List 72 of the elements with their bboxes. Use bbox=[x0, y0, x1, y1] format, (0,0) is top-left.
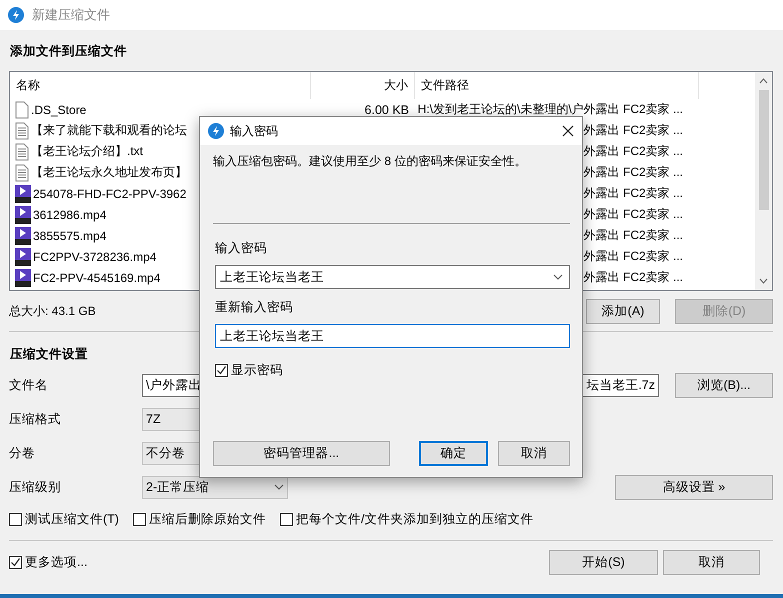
video-file-icon bbox=[15, 248, 31, 266]
checkbox-label: 测试压缩文件(T) bbox=[25, 510, 119, 528]
total-size: 总大小: 43.1 GB bbox=[9, 302, 96, 320]
file-path: 外露出 FC2卖家 ... bbox=[584, 206, 684, 223]
section-heading: 添加文件到压缩文件 bbox=[9, 43, 127, 60]
field-label: 输入密码 bbox=[215, 240, 268, 257]
text-document-icon bbox=[15, 164, 29, 182]
checkbox-label: 压缩后删除原始文件 bbox=[148, 510, 266, 528]
caret-icon bbox=[274, 484, 284, 490]
browse-button[interactable]: 浏览(B)... bbox=[675, 372, 773, 398]
checkbox[interactable] bbox=[132, 512, 146, 526]
checkbox[interactable] bbox=[9, 556, 22, 568]
file-name: FC2PPV-3728236.mp4 bbox=[33, 250, 156, 264]
checkbox[interactable] bbox=[215, 364, 228, 377]
video-file-icon bbox=[15, 184, 31, 202]
file-name: .DS_Store bbox=[31, 102, 86, 116]
file-path: 外露出 FC2卖家 ... bbox=[584, 248, 684, 265]
file-path: 外露出 FC2卖家 ... bbox=[584, 185, 684, 202]
file-name: 【老王论坛介绍】.txt bbox=[31, 143, 144, 160]
checkbox[interactable] bbox=[280, 512, 293, 526]
checkbox-label: 更多选项... bbox=[25, 554, 88, 570]
file-name: 【来了就能下载和观看的论坛 bbox=[31, 122, 187, 139]
text-document-icon bbox=[15, 142, 29, 160]
cancel-button[interactable]: 取消 bbox=[663, 550, 760, 574]
file-name: 3612986.mp4 bbox=[33, 208, 106, 222]
file-size: 6.00 KB bbox=[364, 102, 410, 116]
app-logo-icon bbox=[208, 123, 224, 139]
cancel-button[interactable]: 取消 bbox=[498, 441, 570, 466]
column-header[interactable]: 名称 bbox=[10, 72, 311, 99]
file-name: FC2-PPV-4545169.mp4 bbox=[33, 270, 160, 284]
blank-document-icon bbox=[15, 100, 29, 118]
file-path: H:\发到老王论坛的\未整理的\户外露出 FC2卖家 ... bbox=[418, 101, 684, 118]
app-logo-icon bbox=[8, 7, 24, 23]
confirm-password-field[interactable]: 上老王论坛当老王 bbox=[215, 324, 570, 348]
file-path: 外露出 FC2卖家 ... bbox=[584, 269, 684, 286]
video-file-icon bbox=[15, 226, 31, 244]
video-file-icon bbox=[15, 206, 31, 224]
dropdown[interactable]: 2-正常压缩 bbox=[142, 476, 288, 498]
column-header[interactable]: 大小 bbox=[311, 72, 415, 99]
checkbox-label: 把每个文件/文件夹添加到独立的压缩文件 bbox=[296, 510, 534, 528]
close-icon[interactable] bbox=[562, 125, 574, 137]
password-manager-button[interactable]: 密码管理器... bbox=[213, 441, 390, 466]
scroll-down-icon[interactable] bbox=[759, 278, 768, 284]
section-heading: 压缩文件设置 bbox=[9, 346, 88, 363]
field-label: 重新输入密码 bbox=[215, 299, 294, 316]
ok-button[interactable]: 确定 bbox=[418, 441, 488, 466]
password-field[interactable]: 上老王论坛当老王 bbox=[215, 265, 570, 289]
checkbox-label: 显示密码 bbox=[231, 362, 283, 379]
scroll-up-icon[interactable] bbox=[759, 78, 768, 84]
dialog-title: 输入密码 bbox=[230, 122, 278, 140]
field-label: 文件名 bbox=[9, 376, 49, 394]
field-label: 压缩级别 bbox=[9, 478, 62, 496]
field-label: 分卷 bbox=[9, 444, 36, 462]
column-header[interactable]: 文件路径 bbox=[415, 72, 699, 99]
file-path: 外露出 FC2卖家 ... bbox=[584, 143, 684, 160]
text-document-icon bbox=[15, 122, 29, 140]
file-path: 外露出 FC2卖家 ... bbox=[584, 227, 684, 244]
file-path: 外露出 FC2卖家 ... bbox=[584, 164, 684, 181]
dialog-message: 输入压缩包密码。建议使用至少 8 位的密码来保证安全性。 bbox=[213, 153, 528, 170]
file-name: 【老王论坛永久地址发布页】 bbox=[31, 164, 187, 181]
video-file-icon bbox=[15, 268, 31, 286]
checkbox[interactable] bbox=[9, 512, 22, 526]
file-name: 254078-FHD-FC2-PPV-3962 bbox=[33, 186, 186, 200]
advanced-settings-button[interactable]: 高级设置 » bbox=[615, 474, 773, 500]
add-button[interactable]: 添加(A) bbox=[586, 298, 660, 324]
window-title: 新建压缩文件 bbox=[32, 6, 110, 24]
file-name: 3855575.mp4 bbox=[33, 228, 106, 242]
field-label: 压缩格式 bbox=[9, 410, 62, 428]
caret-icon bbox=[553, 274, 563, 280]
start-button[interactable]: 开始(S) bbox=[549, 550, 658, 574]
file-path: 外露出 FC2卖家 ... bbox=[584, 122, 684, 139]
scrollbar[interactable] bbox=[755, 72, 772, 290]
